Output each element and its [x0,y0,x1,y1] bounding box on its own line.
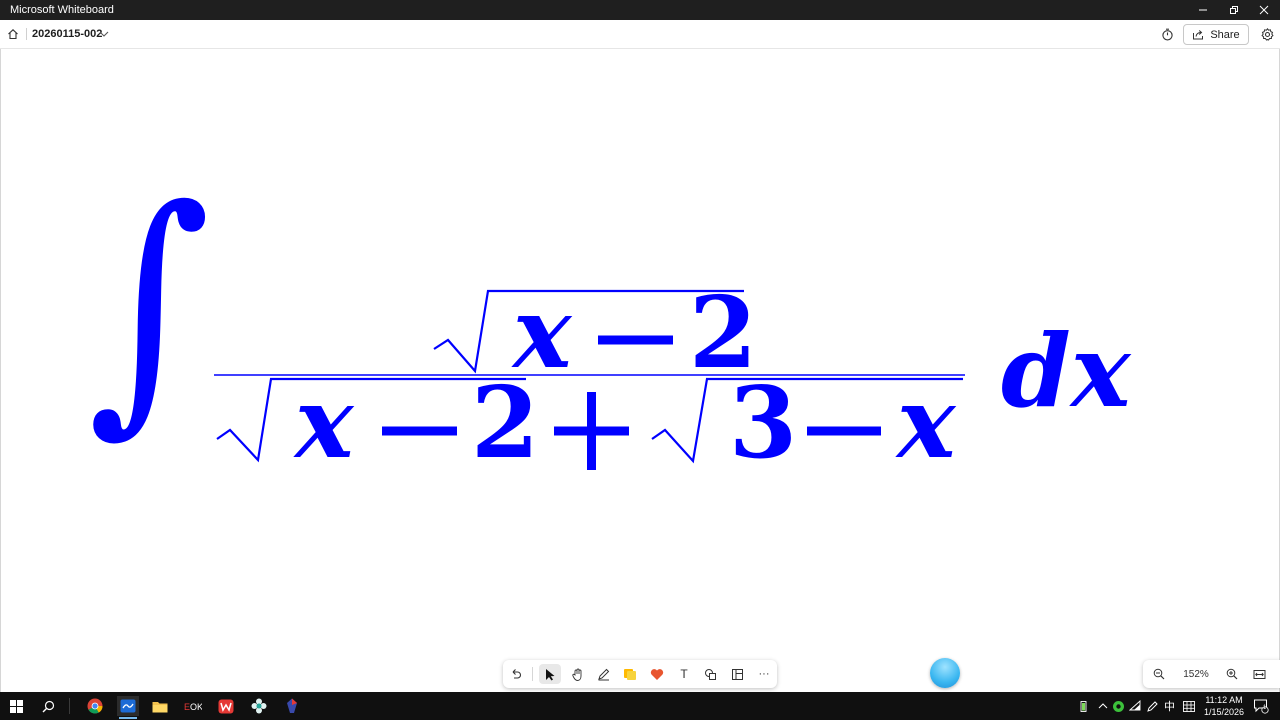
denominator-x-2: x [897,366,956,481]
zoom-in-button[interactable] [1221,664,1243,684]
pen-tray-icon [1146,700,1158,712]
taskbar-app-eok[interactable]: E OK [182,696,204,716]
taskbar-clock[interactable]: 11:12 AM 1/15/2026 [1199,694,1249,718]
denominator-two: 2 [471,366,540,481]
clock-date: 1/15/2026 [1203,707,1245,717]
text-icon: T [680,667,688,681]
restore-button[interactable] [1217,0,1251,20]
notification-icon [1254,699,1269,714]
minimize-button[interactable] [1186,0,1220,20]
differential: dx [1001,312,1131,430]
select-icon [546,668,555,680]
sticky-note-icon [624,669,636,680]
zoom-out-icon [1153,668,1165,680]
chrome-icon [87,698,103,714]
flower-app-icon [251,698,267,714]
zoom-out-button[interactable] [1148,664,1170,684]
share-button[interactable]: Share [1183,24,1249,45]
share-icon [1193,30,1204,40]
share-label: Share [1210,28,1240,41]
reaction-icon [650,668,664,680]
minimize-icon [1199,9,1207,11]
windows-taskbar: E OK 中 11:12 AM 1/15/2026 1 [0,692,1280,720]
templates-tool[interactable] [726,664,748,684]
notification-count: 1 [1263,705,1267,711]
denominator-three: 3 [729,366,798,481]
zoom-controls: 152% [1143,660,1280,688]
toolbar-divider [532,667,533,681]
tray-language[interactable]: 中 [1164,698,1175,714]
fit-to-screen-button[interactable] [1248,664,1270,684]
templates-icon [731,668,743,680]
svg-text:OK: OK [190,702,202,711]
more-icon: ··· [758,668,770,680]
start-button[interactable] [5,696,27,716]
search-button[interactable] [37,696,59,716]
board-name[interactable]: 20260115-002 [32,28,102,40]
pen-icon [597,668,609,680]
taskbar-app-flower[interactable] [248,696,270,716]
pen-tool[interactable] [592,664,614,684]
title-bar: Microsoft Whiteboard [0,0,1280,20]
wifi-icon [1128,700,1140,711]
more-button[interactable]: ··· [753,664,775,684]
taskbar-file-explorer[interactable] [149,696,171,716]
battery-icon [1080,701,1086,712]
board-menu-button[interactable] [93,24,115,44]
undo-button[interactable] [505,664,527,684]
home-button[interactable] [2,24,24,44]
tray-pen[interactable] [1141,696,1163,716]
search-icon [42,700,54,712]
close-button[interactable] [1247,0,1280,20]
clock-time: 11:12 AM [1205,695,1243,705]
wps-icon [218,699,234,713]
board-header: 20260115-002 Share [0,20,1280,49]
pan-tool[interactable] [566,664,588,684]
chevron-down-icon [99,31,109,37]
undo-icon [512,669,521,679]
shapes-icon [704,668,716,680]
keyboard-icon [1183,700,1195,712]
notification-center[interactable]: 1 [1250,696,1272,716]
timer-button[interactable] [1156,24,1178,44]
tray-ime[interactable] [1178,696,1200,716]
creation-toolbar: T ··· [503,660,777,688]
gear-icon [1260,27,1274,41]
pen-app-icon [287,698,297,713]
timer-icon [1161,28,1173,40]
zoom-level[interactable]: 152% [1181,669,1211,680]
whiteboard-app-icon [120,699,136,713]
green-app-icon [1112,700,1124,712]
restore-icon [1230,6,1238,14]
taskbar-chrome[interactable] [84,696,106,716]
eok-app-icon: E OK [184,702,202,711]
folder-icon [152,701,168,712]
collaborator-avatar[interactable] [930,658,960,688]
home-icon [8,29,18,40]
taskbar-whiteboard[interactable] [117,696,139,719]
zoom-in-icon [1226,668,1238,680]
tray-battery[interactable] [1072,696,1094,716]
fit-screen-icon [1253,669,1265,679]
header-divider [26,28,27,40]
settings-button[interactable] [1256,24,1278,44]
denominator-x-1: x [295,366,354,481]
pan-icon [571,668,581,681]
sticky-note-tool[interactable] [619,664,641,684]
taskbar-divider [69,698,70,714]
close-icon [1259,5,1269,15]
windows-logo-icon [9,699,23,713]
select-tool[interactable] [539,664,561,684]
text-tool[interactable]: T [673,664,695,684]
taskbar-app-pen[interactable] [281,696,303,716]
whiteboard-canvas[interactable]: ∫ x 2 x 2 3 x dx [0,49,1280,692]
app-title: Microsoft Whiteboard [10,4,114,16]
shapes-tool[interactable] [699,664,721,684]
taskbar-wps[interactable] [215,696,237,716]
reaction-tool[interactable] [646,664,668,684]
